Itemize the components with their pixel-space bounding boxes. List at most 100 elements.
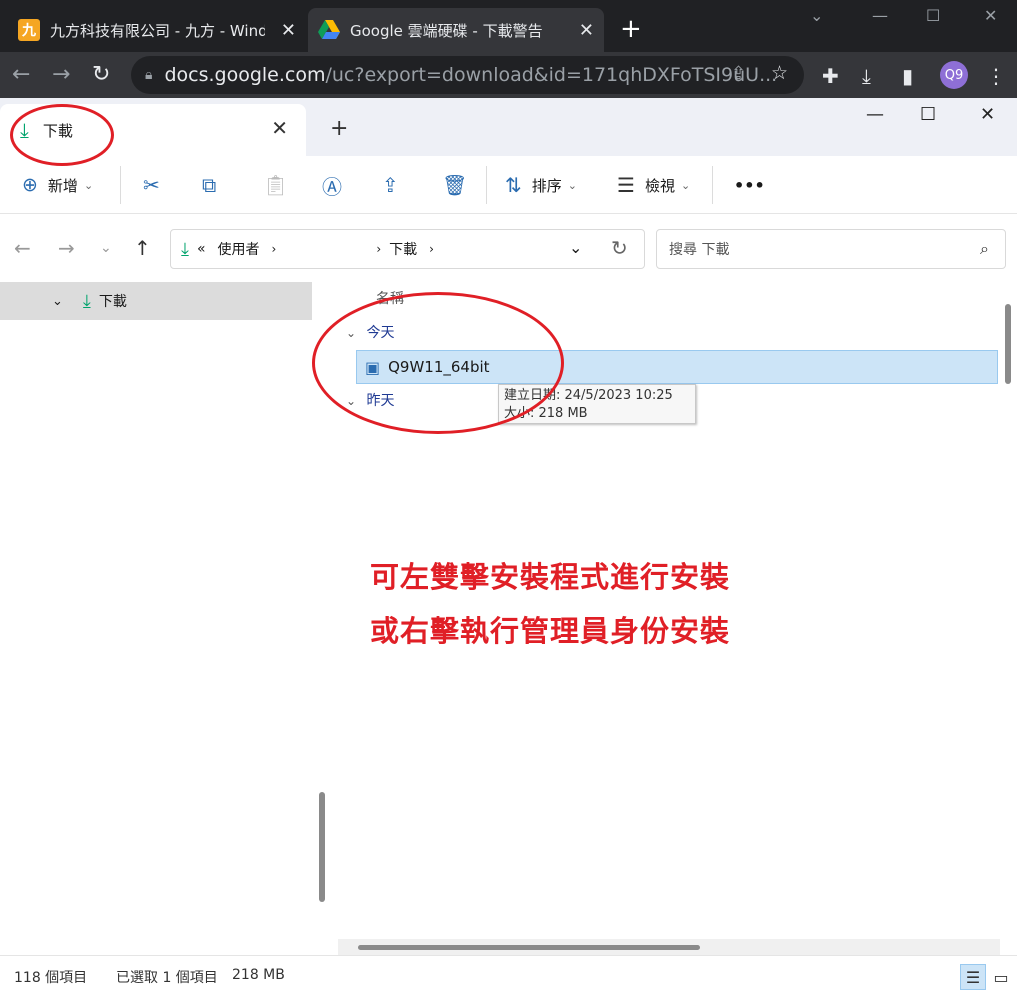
chevron-right-icon[interactable]: › [429,242,434,256]
tab-search-icon[interactable]: ⌄ [810,6,823,25]
column-header-name[interactable]: 名稱 [376,288,404,308]
close-tab-icon[interactable]: ✕ [579,20,594,41]
chevron-right-icon[interactable]: › [272,242,277,256]
minimize-icon[interactable]: — [866,104,884,125]
close-window-icon[interactable]: ✕ [984,6,997,25]
menu-icon[interactable]: ⋮ [986,64,1006,88]
address-bar[interactable]: 🔒︎ docs.google.com /uc?export=download&i… [131,56,804,94]
address-row: ← → ⌄ ↑ ⤓ « 使用者 › › 下載 › ⌄ ↻ 搜尋 下載 ⌕ [0,214,1017,282]
view-list-icon: ☰ [617,173,635,197]
breadcrumb-overflow[interactable]: « [197,241,206,257]
explorer-tab-title: 下載 [42,121,73,140]
browser-tab-title: 九方科技有限公司 - 九方 - Windows [50,21,265,40]
chevron-down-icon: ⌄ [567,178,577,192]
command-bar: ⊕ 新增 ⌄ ✂ ⧉ 📋︎ Ⓐ ⇪ 🗑︎ ⇅ 排序 ⌄ ☰ 檢視 ⌄ ••• [0,156,1017,214]
refresh-icon[interactable]: ↻ [611,236,628,260]
explorer-tab-bar: ⤓ 下載 ✕ + — ☐ ✕ [0,98,1017,156]
cut-icon[interactable]: ✂ [143,170,160,200]
new-tab-button[interactable]: + [330,116,348,141]
chevron-right-icon[interactable]: › [376,242,381,256]
chevron-down-icon: ⌄ [346,326,357,340]
vertical-scrollbar[interactable] [1000,282,1017,955]
chevron-down-icon[interactable]: ⌄ [52,294,63,309]
more-options-button[interactable]: ••• [734,170,765,200]
group-header-yesterday[interactable]: ⌄ 昨天 [346,390,395,410]
search-input[interactable]: 搜尋 下載 ⌕ [656,229,1006,269]
chevron-down-icon: ⌄ [346,394,357,408]
reload-icon[interactable]: ↻ [92,62,110,87]
scrollbar-thumb[interactable] [1005,304,1011,384]
lock-icon: 🔒︎ [145,67,153,83]
tooltip-created: 建立日期: 24/5/2023 10:25 [504,388,673,403]
navigation-pane: ⌄ ⤓ 下載 [0,282,325,955]
new-button[interactable]: ⊕ 新增 ⌄ [22,170,93,200]
group-header-today[interactable]: ⌄ 今天 [346,322,395,342]
sort-button-label: 排序 [531,176,562,195]
new-button-label: 新增 [47,176,78,195]
browser-toolbar: ← → ↻ 🔒︎ docs.google.com /uc?export=down… [0,52,1017,98]
download-icon: ⤓ [82,290,91,312]
minimize-icon[interactable]: — [872,6,888,25]
tooltip-size: 大小: 218 MB [504,406,588,421]
explorer-tab-downloads[interactable]: ⤓ 下載 ✕ [0,104,306,156]
annotation-line-1: 可左雙擊安裝程式進行安裝 [370,560,731,594]
details-view-icon[interactable]: ☰ [960,964,986,990]
explorer-address-bar[interactable]: ⤓ « 使用者 › › 下載 › ⌄ ↻ [170,229,645,269]
file-explorer-window: ⤓ 下載 ✕ + — ☐ ✕ ⊕ 新增 ⌄ ✂ ⧉ 📋︎ Ⓐ ⇪ 🗑︎ ⇅ 排序… [0,98,1017,1000]
share-icon[interactable]: ⇪ [731,63,746,84]
delete-icon[interactable]: 🗑︎ [442,170,467,200]
close-tab-icon[interactable]: ✕ [281,20,296,41]
copy-icon[interactable]: ⧉ [202,170,216,200]
nav-item-downloads[interactable]: ⌄ ⤓ 下載 [0,282,312,320]
file-list: 名稱 ⌄ 今天 ▣ Q9W11_64bit ⌄ 昨天 建立日期: 24/5/20… [334,282,999,955]
side-panel-icon[interactable]: ▮ [902,64,913,88]
download-icon: ⤓ [181,238,189,260]
jiufang-favicon-icon: 九 [18,19,40,41]
paste-icon[interactable]: 📋︎ [263,170,288,200]
share-icon[interactable]: ⇪ [382,170,399,200]
selected-count: 已選取 1 個項目 [116,970,218,986]
annotation-line-2: 或右擊執行管理員身份安裝 [370,614,731,648]
url-host: docs.google.com [164,64,326,86]
browser-tab-title: Google 雲端硬碟 - 下載警告 [350,21,543,40]
nav-item-label: 下載 [98,294,127,310]
installer-icon: ▣ [365,357,381,377]
forward-icon[interactable]: → [52,62,70,87]
view-button-label: 檢視 [644,176,675,195]
forward-icon[interactable]: → [58,236,75,260]
back-icon[interactable]: ← [12,62,30,87]
extensions-icon[interactable]: ✚ [822,64,839,88]
maximize-icon[interactable]: ☐ [920,104,936,125]
profile-avatar[interactable]: Q9 [940,61,968,89]
view-button[interactable]: ☰ 檢視 ⌄ [617,170,690,200]
breadcrumb-downloads[interactable]: 下載 [389,239,417,259]
group-label: 昨天 [366,393,395,409]
browser-tab-jiufang[interactable]: 九 九方科技有限公司 - 九方 - Windows ✕ [8,8,306,52]
nav-scrollbar[interactable] [319,792,325,902]
search-icon[interactable]: ⌕ [980,239,989,259]
list-item-file[interactable]: ▣ Q9W11_64bit [356,350,998,384]
horizontal-scrollbar[interactable] [338,939,1000,955]
close-window-icon[interactable]: ✕ [980,104,995,125]
close-tab-icon[interactable]: ✕ [271,116,288,140]
up-icon[interactable]: ↑ [134,236,151,260]
sort-button[interactable]: ⇅ 排序 ⌄ [505,170,577,200]
rename-icon[interactable]: Ⓐ [322,170,342,200]
new-tab-button[interactable]: + [620,16,642,42]
divider [120,166,121,204]
download-icon[interactable]: ⤓ [862,64,871,88]
bookmark-star-icon[interactable]: ☆ [771,62,788,84]
item-count: 118 個項目 [14,970,88,986]
breadcrumb-users[interactable]: 使用者 [218,239,260,259]
recent-locations-icon[interactable]: ⌄ [100,240,112,256]
maximize-icon[interactable]: ☐ [926,6,940,25]
sort-icon: ⇅ [505,173,522,197]
divider [486,166,487,204]
chevron-down-icon[interactable]: ⌄ [569,238,582,257]
back-icon[interactable]: ← [14,236,31,260]
tiles-view-icon[interactable]: ▭ [988,964,1014,990]
scrollbar-thumb[interactable] [358,945,700,950]
selected-size: 218 MB [232,967,285,983]
browser-tab-google-drive[interactable]: Google 雲端硬碟 - 下載警告 ✕ [308,8,604,52]
status-bar: 118 個項目 已選取 1 個項目 218 MB ☰ ▭ [0,955,1017,995]
